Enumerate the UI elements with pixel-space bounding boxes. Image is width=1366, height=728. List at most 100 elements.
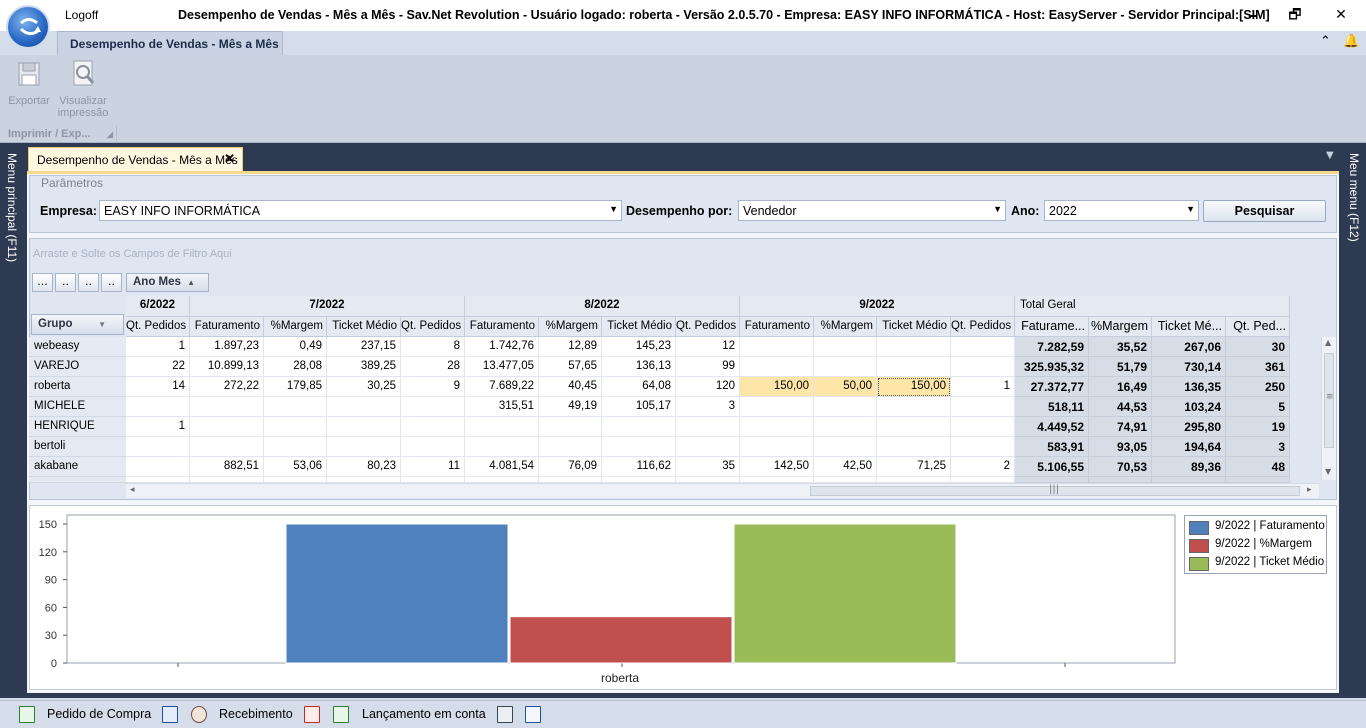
vertical-scrollbar[interactable]: ▲ ≡ ▼ bbox=[1321, 337, 1336, 480]
grid-cell[interactable] bbox=[877, 337, 951, 357]
grid-cell[interactable] bbox=[814, 397, 877, 417]
ano-select[interactable]: 2022 ▼ bbox=[1044, 200, 1199, 221]
measure-header-tic[interactable]: Ticket Médio bbox=[327, 317, 401, 337]
grid-cell[interactable] bbox=[401, 437, 465, 457]
ano-mes-field-button[interactable]: Ano Mes ▲ bbox=[126, 273, 209, 292]
grid-cell[interactable]: 49,19 bbox=[539, 397, 602, 417]
grid-cell[interactable]: 518,11 bbox=[1015, 397, 1089, 417]
grid-cell[interactable] bbox=[951, 397, 1015, 417]
grid-cell[interactable]: 13.477,05 bbox=[465, 357, 539, 377]
measure-header-qt[interactable]: Qt. Pedidos bbox=[126, 317, 190, 337]
row-label-roberta[interactable]: roberta bbox=[29, 377, 126, 397]
measure-header-mar[interactable]: %Margem bbox=[814, 317, 877, 337]
bar-9-2022-margem[interactable] bbox=[509, 616, 733, 664]
grid-cell[interactable]: 76,09 bbox=[539, 457, 602, 477]
grid-cell[interactable] bbox=[465, 417, 539, 437]
total-geral-header[interactable]: Total Geral bbox=[1015, 296, 1290, 317]
grid-cell[interactable] bbox=[814, 357, 877, 377]
grid-cell[interactable]: 116,62 bbox=[602, 457, 676, 477]
export-button[interactable]: Exportar bbox=[2, 57, 56, 107]
left-menu-bar[interactable]: Menu principal (F11) bbox=[0, 143, 26, 698]
grid-cell[interactable]: 2 bbox=[951, 457, 1015, 477]
grid-cell[interactable] bbox=[877, 357, 951, 377]
pivot-small-button-4[interactable]: .. bbox=[101, 273, 122, 292]
grid-cell[interactable] bbox=[877, 417, 951, 437]
measure-header-total-qt[interactable]: Qt. Ped... bbox=[1226, 317, 1290, 337]
grid-cell[interactable]: 48 bbox=[1226, 457, 1290, 477]
grid-cell[interactable]: 103,24 bbox=[1152, 397, 1226, 417]
grid-cell[interactable]: 315,51 bbox=[465, 397, 539, 417]
grid-cell[interactable]: 28 bbox=[401, 357, 465, 377]
grid-cell[interactable] bbox=[401, 417, 465, 437]
pivot-small-button-3[interactable]: .. bbox=[78, 273, 99, 292]
grid-cell[interactable] bbox=[740, 417, 814, 437]
grid-cell[interactable] bbox=[951, 337, 1015, 357]
grid-cell[interactable]: 3 bbox=[1226, 437, 1290, 457]
grid-cell[interactable] bbox=[190, 397, 264, 417]
shortcut-lancamento-conta[interactable]: Lançamento em conta bbox=[362, 707, 486, 721]
month-header-6-2022[interactable]: 6/2022 bbox=[126, 296, 190, 317]
grid-cell[interactable] bbox=[264, 417, 327, 437]
grid-cell[interactable] bbox=[327, 397, 401, 417]
chevron-down-icon[interactable]: ▼ bbox=[1186, 204, 1195, 214]
measure-header-mar[interactable]: %Margem bbox=[264, 317, 327, 337]
measure-header-fat[interactable]: Faturamento bbox=[465, 317, 539, 337]
grid-cell[interactable]: 4.449,52 bbox=[1015, 417, 1089, 437]
grid-cell[interactable]: 142,50 bbox=[740, 457, 814, 477]
grid-cell[interactable] bbox=[126, 437, 190, 457]
group-expand-icon[interactable]: ◢ bbox=[107, 130, 113, 139]
person-icon[interactable] bbox=[191, 706, 207, 723]
grid-cell[interactable] bbox=[602, 437, 676, 457]
grid-cell[interactable]: 150,00 bbox=[740, 377, 814, 397]
grid-cell[interactable]: 51,79 bbox=[1089, 357, 1152, 377]
measure-header-qt[interactable]: Qt. Pedidos bbox=[676, 317, 740, 337]
measure-header-fat[interactable]: Faturamento bbox=[190, 317, 264, 337]
grid-cell[interactable] bbox=[740, 437, 814, 457]
grid-cell[interactable]: 250 bbox=[1226, 377, 1290, 397]
grid-cell[interactable]: 14 bbox=[126, 377, 190, 397]
report-red-icon[interactable] bbox=[304, 706, 320, 723]
pesquisar-button[interactable]: Pesquisar bbox=[1203, 200, 1326, 222]
grid-cell[interactable]: 74,91 bbox=[1089, 417, 1152, 437]
right-menu-bar[interactable]: Meu menu (F12) bbox=[1340, 143, 1366, 698]
grid-cell[interactable] bbox=[951, 437, 1015, 457]
grid-cell[interactable]: 179,85 bbox=[264, 377, 327, 397]
logoff-link[interactable]: Logoff bbox=[65, 8, 98, 22]
grid-cell[interactable]: 4.081,54 bbox=[465, 457, 539, 477]
scroll-down-icon[interactable]: ▼ bbox=[1325, 467, 1331, 476]
grid-cell[interactable]: 194,64 bbox=[1152, 437, 1226, 457]
grid-cell[interactable]: 272,22 bbox=[190, 377, 264, 397]
row-label-henrique[interactable]: HENRIQUE bbox=[29, 417, 126, 437]
grid-cell[interactable]: 3 bbox=[676, 397, 740, 417]
grid-cell[interactable]: 295,80 bbox=[1152, 417, 1226, 437]
grid-cell[interactable]: 136,35 bbox=[1152, 377, 1226, 397]
calculator-icon[interactable] bbox=[497, 706, 513, 723]
grid-cell[interactable]: 35 bbox=[676, 457, 740, 477]
ribbon-tab-desempenho[interactable]: Desempenho de Vendas - Mês a Mês bbox=[57, 31, 283, 55]
grid-cell[interactable] bbox=[465, 437, 539, 457]
grid-cell[interactable] bbox=[539, 417, 602, 437]
grid-cell[interactable] bbox=[951, 357, 1015, 377]
grid-cell[interactable] bbox=[877, 397, 951, 417]
measure-header-mar[interactable]: %Margem bbox=[539, 317, 602, 337]
bar-9-2022-faturamento[interactable] bbox=[285, 523, 509, 664]
minimize-button[interactable]: 🗕 bbox=[1243, 6, 1263, 24]
horizontal-scrollbar[interactable]: ◂ ||| ▸ bbox=[126, 483, 1319, 498]
scroll-right-icon[interactable]: ▸ bbox=[1307, 485, 1312, 495]
desempenho-select[interactable]: Vendedor ▼ bbox=[738, 200, 1006, 221]
grid-cell[interactable]: 57,65 bbox=[539, 357, 602, 377]
grid-cell[interactable]: 40,45 bbox=[539, 377, 602, 397]
grid-cell[interactable]: 882,51 bbox=[190, 457, 264, 477]
grid-cell[interactable]: 30 bbox=[1226, 337, 1290, 357]
month-header-7-2022[interactable]: 7/2022 bbox=[190, 296, 465, 317]
grid-cell[interactable]: 7.282,59 bbox=[1015, 337, 1089, 357]
grid-cell[interactable] bbox=[814, 437, 877, 457]
grid-cell[interactable]: 1 bbox=[951, 377, 1015, 397]
app-menu-orb[interactable] bbox=[6, 5, 50, 49]
close-tab-icon[interactable]: ✕ bbox=[224, 151, 235, 167]
grid-cell[interactable] bbox=[190, 417, 264, 437]
grid-cell[interactable] bbox=[814, 337, 877, 357]
grid-cell[interactable]: 1.897,23 bbox=[190, 337, 264, 357]
grid-cell[interactable]: 237,15 bbox=[327, 337, 401, 357]
chevron-down-icon[interactable]: ▼ bbox=[993, 204, 1002, 214]
